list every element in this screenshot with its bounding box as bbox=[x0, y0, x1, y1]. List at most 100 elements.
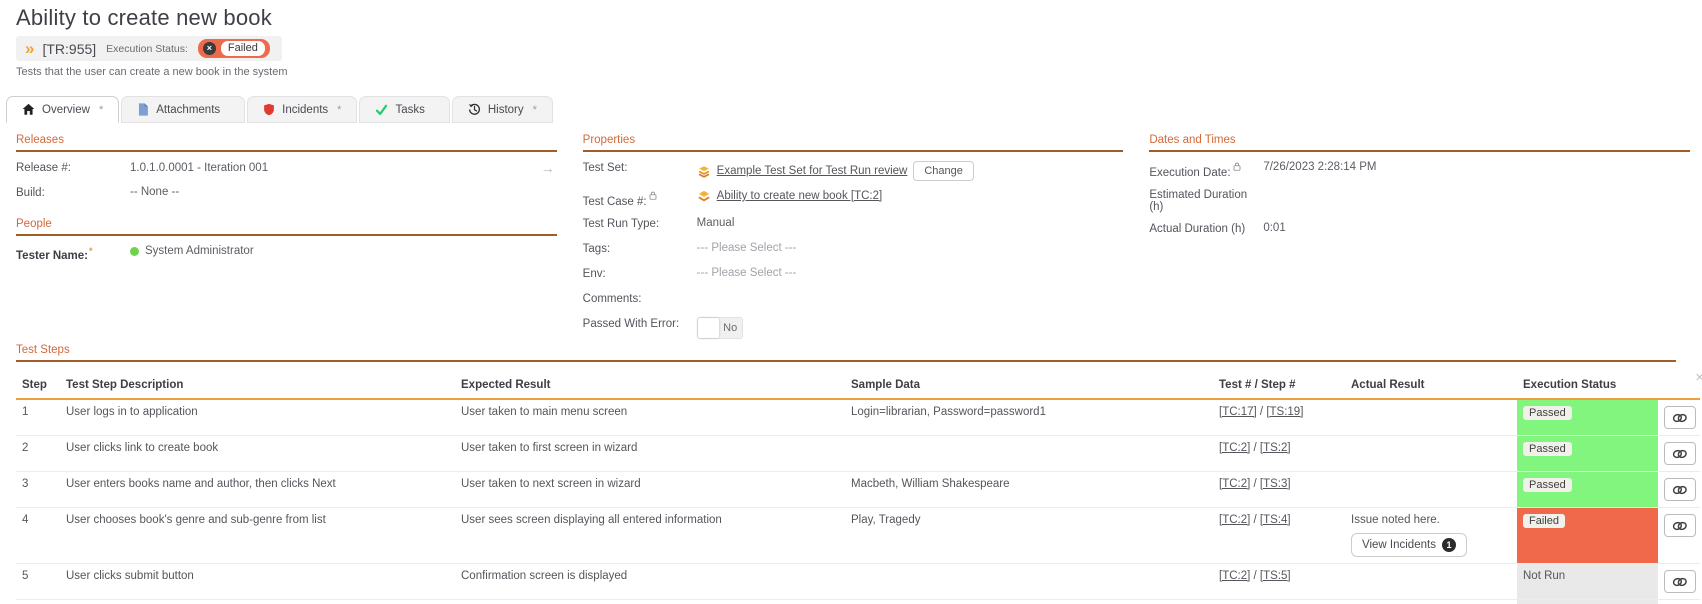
attach-cell bbox=[1658, 436, 1700, 472]
step-number: 5 bbox=[16, 564, 60, 600]
change-test-set-button[interactable]: Change bbox=[913, 161, 974, 181]
test-run-type-label: Test Run Type: bbox=[583, 217, 697, 230]
comments-row: Comments: bbox=[583, 292, 1124, 308]
people-section-title: People bbox=[16, 218, 557, 234]
test-set-value: Example Test Set for Test Run review Cha… bbox=[697, 161, 1124, 181]
test-step-refs: [TC:2] / [TS:3] bbox=[1213, 472, 1345, 508]
step-description: Execute certain steps bbox=[60, 600, 455, 604]
required-asterisk: * bbox=[89, 246, 93, 256]
build-value: -- None -- bbox=[130, 186, 557, 198]
test-case-ref-link[interactable]: [TC:2] bbox=[1219, 442, 1250, 454]
table-row[interactable]: 4 User chooses book's genre and sub-genr… bbox=[16, 508, 1700, 564]
col-step: Step bbox=[16, 375, 60, 399]
column-dates: Dates and Times Execution Date: 7/26/202… bbox=[1149, 134, 1690, 348]
view-incidents-button[interactable]: View Incidents 1 bbox=[1351, 533, 1467, 557]
release-row: Release #: 1.0.1.0.0001 - Iteration 001 … bbox=[16, 161, 557, 177]
test-step-ref-link[interactable]: [TS:2] bbox=[1260, 442, 1291, 454]
test-case-ref-link[interactable]: [TC:2] bbox=[1219, 514, 1250, 526]
test-case-ref-link[interactable]: [TC:17] bbox=[1219, 406, 1257, 418]
execution-date-label: Execution Date: bbox=[1149, 161, 1263, 179]
tab-history[interactable]: History * bbox=[452, 96, 553, 123]
step-description: User clicks link to create book bbox=[60, 436, 455, 472]
expected-result: Confirmation screen is displayed bbox=[455, 564, 845, 600]
link-icon[interactable] bbox=[1664, 478, 1696, 501]
check-icon bbox=[375, 104, 388, 116]
tab-asterisk: * bbox=[99, 104, 103, 116]
test-step-ref-link[interactable]: [TS:19] bbox=[1266, 406, 1303, 418]
table-row[interactable]: 5 User clicks submit button Confirmation… bbox=[16, 564, 1700, 600]
link-icon[interactable] bbox=[1664, 570, 1696, 593]
test-set-row: Test Set: Example Test Set for Test Run … bbox=[583, 161, 1124, 181]
passed-with-error-toggle[interactable]: No bbox=[697, 317, 743, 339]
tab-label: Tasks bbox=[395, 104, 424, 116]
close-icon[interactable]: × bbox=[1695, 370, 1702, 385]
table-row[interactable]: 6 Execute certain steps Risks seem to be… bbox=[16, 600, 1700, 604]
test-step-ref-link[interactable]: [TS:3] bbox=[1260, 478, 1291, 490]
link-icon[interactable] bbox=[1664, 406, 1696, 429]
test-step-refs: [TC:2] / [TS:2] bbox=[1213, 436, 1345, 472]
test-run-page: Ability to create new book » [TR:955] Ex… bbox=[0, 0, 1702, 604]
execution-status-label: Execution Status: bbox=[106, 43, 188, 55]
test-run-type-row: Test Run Type: Manual bbox=[583, 217, 1124, 233]
expected-result: User sees screen displaying all entered … bbox=[455, 508, 845, 564]
lock-icon bbox=[1233, 162, 1241, 171]
attach-cell bbox=[1658, 472, 1700, 508]
status-badge-text: Failed bbox=[221, 41, 265, 56]
tab-label: Incidents bbox=[282, 104, 328, 116]
tab-overview[interactable]: Overview * bbox=[6, 96, 119, 123]
link-icon[interactable] bbox=[1664, 514, 1696, 537]
tags-label: Tags: bbox=[583, 242, 697, 255]
passed-with-error-row: Passed With Error: No bbox=[583, 317, 1124, 339]
attach-cell bbox=[1658, 600, 1700, 604]
tab-incidents[interactable]: Incidents * bbox=[247, 96, 357, 123]
table-row[interactable]: 2 User clicks link to create book User t… bbox=[16, 436, 1700, 472]
section-divider bbox=[16, 234, 557, 236]
tab-tasks[interactable]: Tasks bbox=[359, 96, 449, 123]
build-label: Build: bbox=[16, 186, 130, 199]
table-row[interactable]: 3 User enters books name and author, the… bbox=[16, 472, 1700, 508]
release-label: Release #: bbox=[16, 161, 130, 174]
test-set-icon bbox=[697, 165, 711, 178]
expected-result: User taken to next screen in wizard bbox=[455, 472, 845, 508]
test-step-refs: [TC:2] / [TS:5] bbox=[1213, 564, 1345, 600]
release-value: 1.0.1.0.0001 - Iteration 001 → bbox=[130, 161, 557, 175]
test-set-link[interactable]: Example Test Set for Test Run review bbox=[717, 165, 908, 177]
table-row[interactable]: 1 User logs in to application User taken… bbox=[16, 399, 1700, 436]
test-case-link[interactable]: Ability to create new book [TC:2] bbox=[717, 190, 883, 202]
actual-result bbox=[1345, 472, 1517, 508]
col-sample: Sample Data bbox=[845, 375, 1213, 399]
step-number: 3 bbox=[16, 472, 60, 508]
col-expected: Expected Result bbox=[455, 375, 845, 399]
section-divider bbox=[16, 360, 1676, 362]
toggle-knob bbox=[698, 318, 719, 338]
execution-status-cell: Passed bbox=[1517, 399, 1658, 436]
step-number: 6 bbox=[16, 600, 60, 604]
test-step-ref-link[interactable]: [TS:5] bbox=[1260, 570, 1291, 582]
test-case-ref-link[interactable]: [TC:2] bbox=[1219, 570, 1250, 582]
online-status-dot bbox=[130, 247, 139, 256]
expected-result: User taken to main menu screen bbox=[455, 399, 845, 436]
expected-result: User taken to first screen in wizard bbox=[455, 436, 845, 472]
tab-attachments[interactable]: Attachments bbox=[121, 96, 245, 123]
tags-select[interactable]: --- Please Select --- bbox=[697, 242, 1124, 254]
tab-asterisk: * bbox=[533, 104, 537, 116]
attach-cell bbox=[1658, 564, 1700, 600]
link-icon[interactable] bbox=[1664, 442, 1696, 465]
status-badge: × Failed bbox=[198, 39, 270, 58]
test-case-ref-link[interactable]: [TC:2] bbox=[1219, 478, 1250, 490]
col-description: Test Step Description bbox=[60, 375, 455, 399]
release-arrow-icon[interactable]: → bbox=[541, 161, 557, 175]
document-icon bbox=[137, 103, 149, 116]
execution-date-value: 7/26/2023 2:28:14 PM bbox=[1263, 161, 1690, 173]
home-icon bbox=[22, 103, 35, 116]
incident-count-badge: 1 bbox=[1442, 538, 1456, 552]
tab-label: Attachments bbox=[156, 104, 220, 116]
env-select[interactable]: --- Please Select --- bbox=[697, 267, 1124, 279]
execution-status-cell: Not Run bbox=[1517, 600, 1658, 604]
col-refs: Test # / Step # bbox=[1213, 375, 1345, 399]
env-row: Env: --- Please Select --- bbox=[583, 267, 1124, 283]
test-run-description: Tests that the user can create a new boo… bbox=[16, 66, 287, 78]
lock-icon bbox=[649, 191, 657, 200]
tab-strip: Overview * Attachments Incidents * Tasks… bbox=[6, 96, 555, 123]
test-step-ref-link[interactable]: [TS:4] bbox=[1260, 514, 1291, 526]
